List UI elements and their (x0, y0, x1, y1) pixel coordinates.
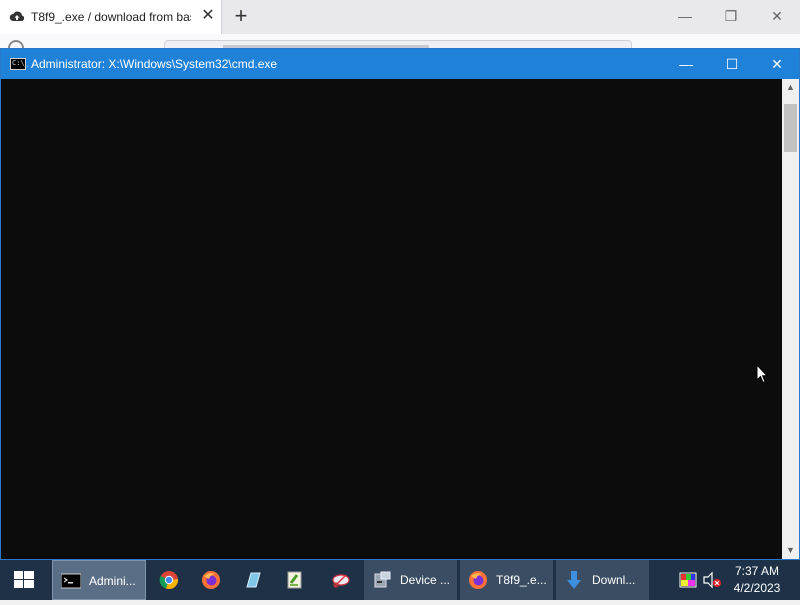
scroll-up-icon[interactable]: ▲ (782, 79, 799, 96)
windows-logo-icon (14, 571, 34, 588)
console-area[interactable] (1, 79, 782, 559)
scissors-icon (332, 574, 350, 588)
new-tab-button[interactable]: + (228, 4, 254, 30)
taskbar-pin-notepad-plus[interactable] (274, 560, 316, 600)
scroll-down-icon[interactable]: ▼ (782, 542, 799, 559)
notepad-icon (246, 572, 261, 588)
color-palette-icon[interactable] (678, 570, 698, 590)
notepad-plus-icon (287, 571, 302, 589)
scroll-thumb[interactable] (784, 104, 797, 152)
tab-close-icon[interactable]: ✕ (198, 6, 218, 26)
taskbar-pin-notepad[interactable] (232, 560, 274, 600)
speaker-muted-icon[interactable] (702, 570, 722, 590)
taskbar-item-firefox[interactable]: T8f9_.e... (460, 560, 553, 600)
taskbar-item-device-manager[interactable]: Device ... (364, 560, 457, 600)
cmd-title-bar[interactable]: C:\_ Administrator: X:\Windows\System32\… (1, 49, 799, 79)
start-button[interactable] (0, 560, 48, 600)
cmd-window: C:\_ Administrator: X:\Windows\System32\… (0, 48, 800, 560)
tab-title: T8f9_.exe / download from bas (31, 10, 191, 24)
cmd-icon: C:\_ (10, 58, 29, 70)
cmd-maximize-button[interactable]: ☐ (709, 49, 755, 79)
vertical-scrollbar[interactable]: ▲ ▼ (782, 79, 799, 559)
mouse-cursor-icon (756, 364, 768, 384)
taskbar-item-downloads[interactable]: Downl... (556, 560, 649, 600)
browser-tab-bar: T8f9_.exe / download from bas ✕ + — ❐ ✕ (0, 0, 800, 34)
taskbar-pin-chrome[interactable] (148, 560, 190, 600)
browser-close-button[interactable]: ✕ (754, 0, 800, 32)
cmd-title: Administrator: X:\Windows\System32\cmd.e… (31, 57, 278, 71)
cmd-minimize-button[interactable]: — (663, 49, 709, 79)
device-manager-icon (374, 571, 391, 588)
browser-tab[interactable]: T8f9_.exe / download from bas ✕ (0, 0, 222, 34)
taskbar: Admini... Device ... T8f9_.e... Downl...… (0, 560, 800, 600)
browser-minimize-button[interactable]: — (662, 0, 708, 32)
cmd-icon (61, 573, 81, 589)
download-icon (567, 571, 581, 589)
browser-restore-button[interactable]: ❐ (708, 0, 754, 32)
clock-time[interactable]: 7:37 AM (724, 564, 790, 578)
taskbar-pin-snipping-tool[interactable] (320, 560, 362, 600)
upload-cloud-icon (9, 11, 25, 21)
taskbar-pin-firefox[interactable] (190, 560, 232, 600)
firefox-icon (202, 571, 220, 589)
firefox-icon (469, 571, 487, 589)
chrome-icon (159, 571, 179, 590)
clock-date[interactable]: 4/2/2023 (724, 581, 790, 595)
cmd-close-button[interactable]: ✕ (754, 49, 800, 79)
taskbar-item-cmd[interactable]: Admini... (52, 560, 146, 600)
